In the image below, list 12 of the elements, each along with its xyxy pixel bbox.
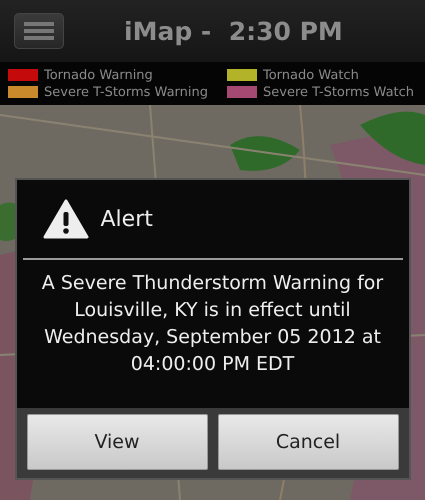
legend-label: Tornado Warning	[44, 68, 153, 82]
menu-icon	[24, 21, 54, 41]
dialog-button[interactable]: Cancel	[218, 414, 398, 470]
dialog-title: Alert	[100, 206, 153, 232]
legend-label: Severe T-Storms Watch	[263, 84, 414, 100]
legend-label: Severe T-Storms Warning	[44, 84, 208, 100]
app-title: iMap - 2:30 PM	[124, 16, 343, 46]
menu-button[interactable]	[14, 13, 64, 49]
alert-message: A Severe Thunderstorm Warning for Louisville, KY is in effect until Wednesday, September 05 2012 at 04:00:00 PM EDT	[40, 271, 384, 377]
legend-label: Tornado Watch	[263, 68, 359, 82]
warning-icon	[42, 199, 88, 239]
dialog-button[interactable]: View	[26, 414, 208, 470]
